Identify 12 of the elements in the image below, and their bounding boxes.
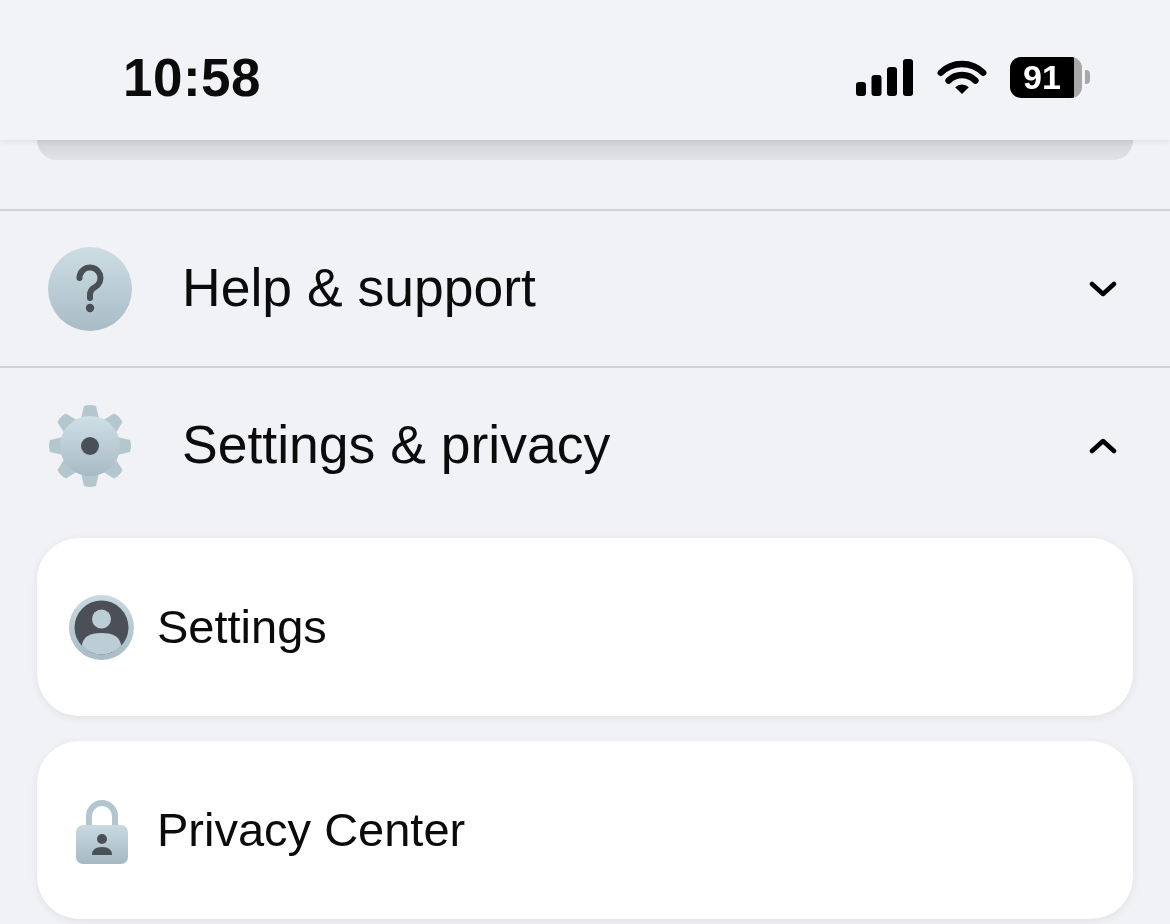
menu-item[interactable]: Settings xyxy=(37,538,1133,716)
battery-percentage: 91 xyxy=(1010,56,1082,98)
wifi-icon xyxy=(936,58,988,96)
help-icon xyxy=(48,246,132,331)
signal-icon xyxy=(856,58,913,96)
gear-icon xyxy=(48,403,132,488)
section-header[interactable]: Help & support xyxy=(0,211,1170,366)
clock-time: 10:58 xyxy=(123,50,262,104)
section-header[interactable]: Settings & privacy xyxy=(0,368,1170,523)
menu-item[interactable]: Privacy Center xyxy=(37,741,1133,919)
profile-icon xyxy=(69,594,134,660)
battery-terminal xyxy=(1085,70,1090,84)
